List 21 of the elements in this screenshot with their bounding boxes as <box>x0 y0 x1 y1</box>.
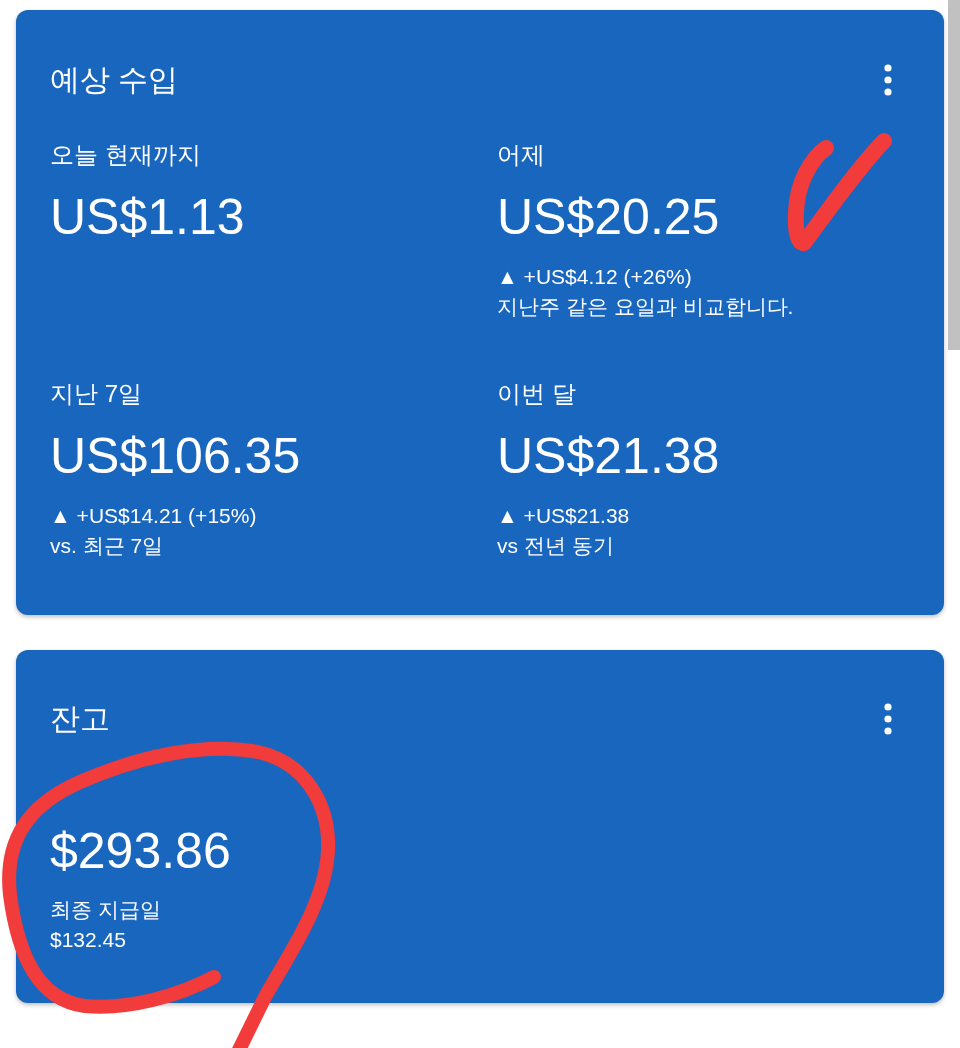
card-title: 잔고 <box>50 701 110 737</box>
comparison-note: vs 전년 동기 <box>497 533 614 559</box>
metric-label: 오늘 현재까지 <box>50 140 201 170</box>
metric-value: US$20.25 <box>497 188 720 247</box>
metric-value: US$106.35 <box>50 427 301 486</box>
last-payment-label: 최종 지급일 <box>50 897 161 923</box>
metric-label: 지난 7일 <box>50 379 142 409</box>
metric-value: US$21.38 <box>497 427 720 486</box>
change-text: ▲ +US$21.38 <box>497 503 630 529</box>
change-text: ▲ +US$14.21 (+15%) <box>50 503 257 529</box>
metric-label: 어제 <box>497 140 545 170</box>
last-payment-amount: $132.45 <box>50 927 126 953</box>
metric-label: 이번 달 <box>497 379 576 409</box>
more-vert-icon <box>884 703 892 735</box>
balance-value: $293.86 <box>50 822 231 881</box>
change-text: ▲ +US$4.12 (+26%) <box>497 264 692 290</box>
card-title: 예상 수입 <box>50 62 179 98</box>
comparison-note: 지난주 같은 요일과 비교합니다. <box>497 294 794 320</box>
metric-value: US$1.13 <box>50 188 245 247</box>
more-vert-icon <box>884 64 892 96</box>
comparison-note: vs. 최근 7일 <box>50 533 164 559</box>
